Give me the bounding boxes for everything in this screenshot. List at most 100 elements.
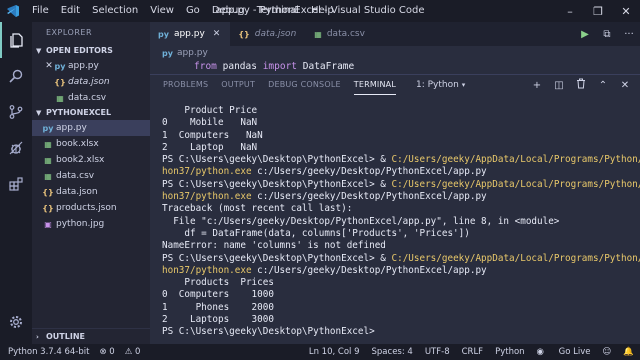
terminal-text: C:/Users/geeky/AppData/Local/Programs/Py… [391, 252, 640, 264]
terminal-select[interactable]: 1: Python ▾ [416, 80, 526, 90]
language-mode[interactable]: Python [495, 347, 524, 357]
more-actions-icon[interactable]: ··· [618, 29, 640, 40]
terminal-text: 1 Computers NaN [162, 129, 263, 141]
terminal-line: PS C:\Users\geeky\Desktop\PythonExcel> &… [162, 252, 640, 265]
panel-tab[interactable]: TERMINAL [353, 75, 397, 95]
search-icon[interactable] [0, 58, 32, 94]
bottom-panel: PROBLEMS OUTPUT DEBUG CONSOLE TERMINAL 1: P… [150, 74, 640, 344]
open-editors-section[interactable]: ▼ OPEN EDITORS [32, 44, 150, 58]
error-count[interactable]: ⊗ 0 [99, 347, 114, 357]
editor-tab[interactable]: py app.py ✕ [150, 22, 231, 46]
file-label: products.json [56, 203, 117, 213]
menu-item[interactable]: Terminal [251, 0, 305, 22]
go-live-button[interactable]: ◉ Go Live [537, 347, 591, 357]
menu-bar: File Edit Selection View Go Debug Terminal Help [26, 0, 340, 22]
menu-item[interactable]: Help [305, 0, 340, 22]
close-tab-icon[interactable]: ✕ [213, 29, 221, 39]
terminal-line: NameError: name 'columns' is not defined [162, 240, 638, 252]
open-editor-item[interactable]: ▦ data.csv [32, 90, 150, 106]
terminal-line: 1 Phones 2000 [162, 302, 638, 314]
open-editor-label: app.py [68, 61, 99, 71]
new-terminal-icon[interactable]: + [526, 80, 548, 91]
project-section[interactable]: ▼ PYTHONEXCEL [32, 106, 150, 120]
explorer-sidebar: EXPLORER ▼ OPEN EDITORS ✕ py app.py{} data.… [32, 22, 150, 344]
run-icon[interactable]: ▶ [574, 29, 596, 40]
terminal-line: 2 Laptop NaN [162, 142, 638, 154]
source-control-icon[interactable] [0, 94, 32, 130]
trash-icon[interactable] [570, 78, 592, 92]
file-item[interactable]: py app.py [32, 120, 150, 136]
file-type-icon: ▦ [44, 171, 52, 181]
menu-item[interactable]: Selection [86, 0, 144, 22]
chevron-down-icon: ▼ [36, 47, 42, 55]
open-editor-item[interactable]: {} data.json [32, 74, 150, 90]
minimize-button[interactable]: – [556, 0, 584, 22]
tab-label: data.csv [326, 29, 365, 39]
file-type-icon: {} [54, 77, 66, 87]
terminal-output[interactable]: Product Price 0 Mobile NaN 1 Computers NaN… [162, 105, 640, 339]
close-icon[interactable]: ✕ [44, 61, 54, 71]
split-terminal-icon[interactable]: ◫ [548, 80, 570, 91]
maximize-button[interactable]: ❐ [584, 0, 612, 22]
open-editor-item[interactable]: ✕ py app.py [32, 58, 150, 74]
terminal-text: Product Price [162, 105, 258, 116]
terminal-text: df = DataFrame(data, columns['Products',… [162, 227, 470, 239]
editor-tab[interactable]: {} data.json [230, 22, 307, 46]
file-type-icon: ▦ [44, 155, 52, 165]
debug-icon[interactable] [0, 130, 32, 166]
window-controls: – ❐ ✕ [556, 0, 640, 22]
terminal-text: 1 Phones 2000 [162, 301, 274, 313]
terminal-line: Product Price [162, 105, 638, 117]
terminal-text: 0 Computers 1000 [162, 289, 274, 301]
indentation[interactable]: Spaces: 4 [372, 347, 413, 357]
terminal-text: 0 Mobile NaN [162, 117, 258, 129]
menu-item[interactable]: File [26, 0, 55, 22]
menu-item[interactable]: View [144, 0, 180, 22]
terminal-line: hon37/python.exe c:/Users/geeky/Desktop/… [162, 191, 638, 203]
menu-item[interactable]: Go [180, 0, 206, 22]
file-item[interactable]: ▦ data.csv [32, 168, 150, 184]
python-interpreter[interactable]: Python 3.7.4 64-bit [8, 347, 89, 357]
terminal-line: Traceback (most recent call last): [162, 203, 638, 215]
terminal-text: NameError: name 'columns' is not defined [162, 240, 386, 252]
outline-section[interactable]: › OUTLINE [32, 328, 150, 344]
panel-tab[interactable]: OUTPUT [221, 75, 255, 95]
explorer-header: EXPLORER [46, 28, 92, 37]
menu-item[interactable]: Debug [206, 0, 251, 22]
file-item[interactable]: ▦ book2.xlsx [32, 152, 150, 168]
panel-tab[interactable]: DEBUG CONSOLE [268, 75, 341, 95]
file-item[interactable]: {} data.json [32, 184, 150, 200]
terminal-line: 0 Computers 1000 [162, 289, 638, 301]
encoding[interactable]: UTF-8 [425, 347, 450, 357]
close-panel-icon[interactable]: ✕ [614, 80, 636, 91]
file-item[interactable]: {} products.json [32, 200, 150, 216]
warning-count[interactable]: ⚠ 0 [125, 347, 141, 357]
code-line[interactable]: from pandas import DataFrame [150, 60, 640, 74]
terminal-line: 2 Laptops 3000 [162, 314, 638, 326]
file-type-icon: py [42, 123, 54, 133]
maximize-panel-icon[interactable]: ⌃ [592, 80, 614, 91]
terminal-line: df = DataFrame(data, columns['Products',… [162, 228, 638, 240]
line-ending[interactable]: CRLF [462, 347, 483, 357]
open-editors-list: ✕ py app.py{} data.json ▦ data.csv [32, 58, 150, 106]
vscode-logo-icon [0, 0, 26, 22]
file-type-icon: {} [238, 29, 250, 39]
bell-icon[interactable]: 🔔 [623, 347, 634, 357]
split-editor-icon[interactable]: ⧉ [596, 29, 618, 40]
gear-icon[interactable] [0, 304, 32, 340]
cursor-position[interactable]: Ln 10, Col 9 [309, 347, 360, 357]
file-label: book.xlsx [56, 139, 99, 149]
title-bar: File Edit Selection View Go Debug Terminal Help… [0, 0, 640, 22]
file-label: app.py [56, 123, 87, 133]
file-item[interactable]: ▦ book.xlsx [32, 136, 150, 152]
feedback-icon[interactable]: ☺ [603, 347, 612, 357]
extensions-icon[interactable] [0, 166, 32, 202]
panel-tab[interactable]: PROBLEMS [163, 75, 208, 95]
editor-tab[interactable]: ▦ data.csv [306, 22, 375, 46]
breadcrumb[interactable]: py app.py [150, 46, 640, 60]
close-window-button[interactable]: ✕ [612, 0, 640, 22]
file-item[interactable]: ▣ python.jpg [32, 216, 150, 232]
menu-item[interactable]: Edit [55, 0, 86, 22]
files-icon[interactable] [0, 22, 32, 58]
terminal-text: hon37/python.exe [162, 166, 252, 178]
